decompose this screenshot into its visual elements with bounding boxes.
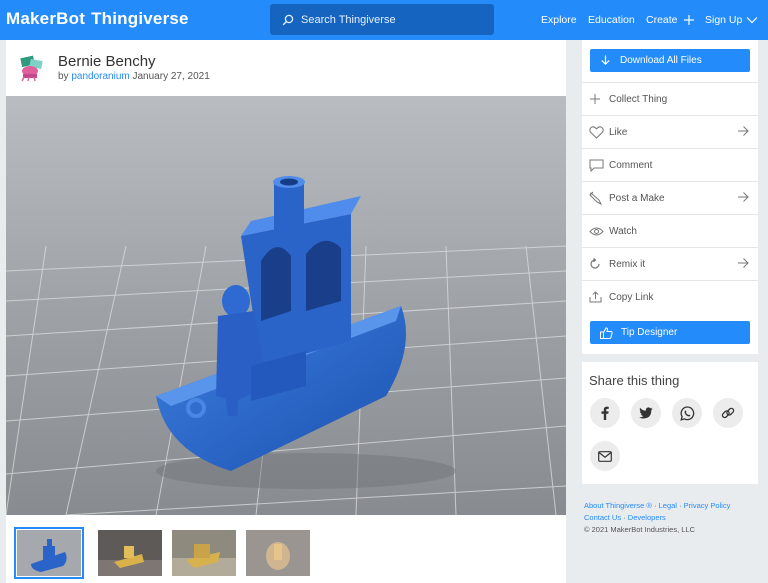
share-icon [589, 291, 602, 303]
plus-icon [683, 15, 694, 25]
thumbnail-1[interactable] [14, 527, 84, 579]
footer-links: About Thingiverse ® · Legal · Privacy Po… [584, 500, 764, 536]
nav-signup-label: Sign Up [705, 14, 743, 26]
thumbs-up-icon [600, 326, 613, 339]
like-button[interactable]: Like [582, 115, 758, 148]
email-icon [598, 450, 612, 462]
nav-explore[interactable]: Explore [541, 14, 577, 26]
footer-copyright: © 2021 MakerBot Industries, LLC [584, 525, 695, 534]
byline-prefix: by [58, 71, 69, 82]
plus-icon [590, 94, 600, 104]
facebook-icon [601, 406, 609, 420]
post-a-make-label: Post a Make [609, 192, 665, 204]
thing-byline: by pandoranium January 27, 2021 [58, 71, 210, 82]
collect-thing-label: Collect Thing [609, 93, 668, 105]
eye-icon [589, 227, 604, 235]
thing-actions-panel: Download All Files Collect Thing Like Co… [582, 40, 758, 354]
nozzle-icon [589, 191, 603, 205]
share-twitter-button[interactable] [631, 398, 661, 428]
link-icon [721, 407, 735, 419]
footer-about-link[interactable]: About Thingiverse ® [584, 501, 652, 510]
thingiverse-logo[interactable]: MakerBot Thingiverse [6, 9, 189, 29]
download-all-label: Download All Files [620, 55, 702, 66]
footer-separator: · [623, 513, 626, 522]
share-facebook-button[interactable] [590, 398, 620, 428]
search-icon [282, 14, 294, 25]
thing-title: Bernie Benchy [58, 53, 156, 70]
copy-link-button[interactable]: Copy Link [582, 280, 758, 313]
share-link-button[interactable] [713, 398, 743, 428]
like-label: Like [609, 126, 628, 138]
remix-icon [590, 258, 600, 269]
download-icon [601, 55, 610, 66]
author-link[interactable]: pandoranium [71, 71, 129, 82]
publish-date: January 27, 2021 [132, 71, 210, 82]
creator-avatar[interactable] [18, 54, 46, 82]
download-all-button[interactable]: Download All Files [590, 49, 750, 72]
footer-separator: · [654, 501, 657, 510]
thumbnail-strip [6, 515, 566, 583]
thumbnail-4[interactable] [246, 530, 310, 576]
comment-label: Comment [609, 159, 653, 171]
footer-contact-link[interactable]: Contact Us [584, 513, 621, 522]
watch-button[interactable]: Watch [582, 214, 758, 247]
logo-makerbot: MakerBot [6, 9, 86, 28]
tip-designer-label: Tip Designer [621, 327, 678, 338]
thumbnail-3[interactable] [172, 530, 236, 576]
chevron-down-icon [746, 17, 758, 24]
arrow-right-icon [738, 192, 749, 202]
search-placeholder: Search Thingiverse [301, 13, 396, 26]
comment-button[interactable]: Comment [582, 148, 758, 181]
whatsapp-icon [679, 405, 694, 421]
post-a-make-button[interactable]: Post a Make [582, 181, 758, 214]
remix-button[interactable]: Remix it [582, 247, 758, 280]
nav-signup[interactable]: Sign Up [705, 14, 758, 26]
copy-link-label: Copy Link [609, 291, 654, 303]
top-navbar: MakerBot Thingiverse Search Thingiverse E… [0, 0, 768, 40]
footer-legal-link[interactable]: Legal [659, 501, 677, 510]
model-viewer-image[interactable] [6, 96, 566, 515]
share-whatsapp-button[interactable] [672, 398, 702, 428]
arrow-right-icon [738, 126, 749, 136]
nav-create-label: Create [646, 14, 678, 26]
benchy-render [6, 96, 566, 515]
search-input[interactable]: Search Thingiverse [270, 4, 494, 35]
watch-label: Watch [609, 225, 637, 237]
thumbnail-2[interactable] [98, 530, 162, 576]
nav-explore-label: Explore [541, 14, 577, 26]
nav-create[interactable]: Create [646, 14, 695, 26]
collect-thing-button[interactable]: Collect Thing [582, 82, 758, 115]
twitter-icon [639, 407, 653, 419]
arrow-right-icon [738, 258, 749, 268]
comment-icon [589, 159, 604, 172]
nav-education-label: Education [588, 14, 635, 26]
footer-developers-link[interactable]: Developers [628, 513, 666, 522]
heart-icon [589, 125, 604, 139]
remix-label: Remix it [609, 258, 646, 270]
share-title: Share this thing [589, 373, 680, 388]
share-panel: Share this thing [582, 362, 758, 484]
thing-main-card: Bernie Benchy by pandoranium January 27,… [6, 40, 566, 583]
footer-privacy-link[interactable]: Privacy Policy [684, 501, 731, 510]
footer-separator: · [679, 501, 682, 510]
nav-education[interactable]: Education [588, 14, 635, 26]
tip-designer-button[interactable]: Tip Designer [590, 321, 750, 344]
logo-thingiverse: Thingiverse [91, 9, 189, 28]
share-email-button[interactable] [590, 441, 620, 471]
